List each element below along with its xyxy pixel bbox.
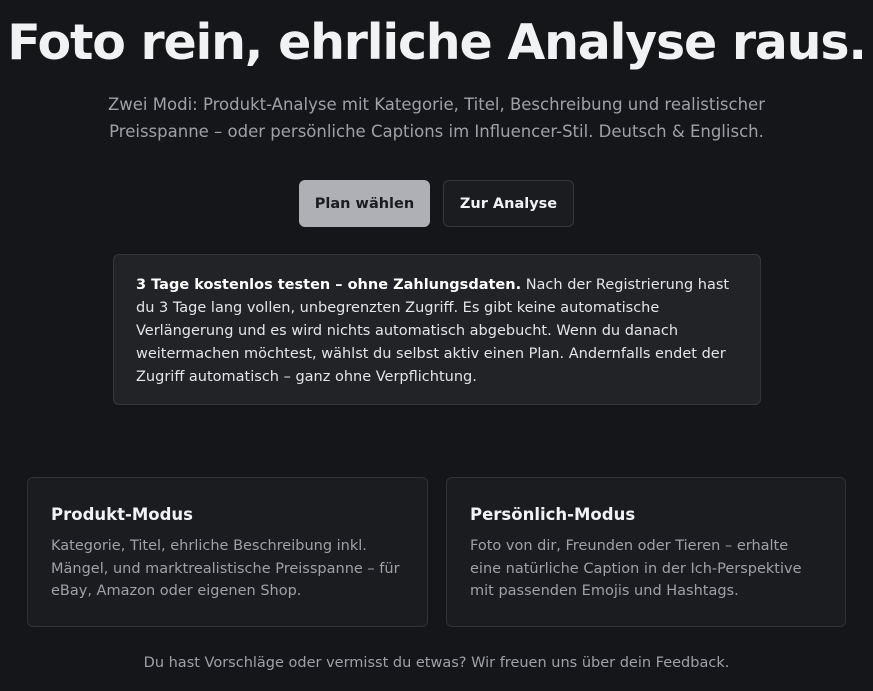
hero-actions: Plan wählen Zur Analyse — [0, 180, 873, 227]
mode-card-product: Produkt-Modus Kategorie, Titel, ehrliche… — [27, 477, 428, 627]
mode-card-title: Produkt-Modus — [51, 505, 193, 524]
trial-body: Nach der Registrierung hast du 3 Tage la… — [136, 277, 730, 385]
choose-plan-button[interactable]: Plan wählen — [299, 180, 430, 227]
go-to-analysis-button[interactable]: Zur Analyse — [443, 180, 574, 227]
hero-subtitle: Zwei Modi: Produkt-Analyse mit Kategorie… — [107, 95, 765, 141]
mode-card-description: Kategorie, Titel, ehrliche Beschreibung … — [51, 538, 400, 599]
mode-card-personal: Persönlich-Modus Foto von dir, Freunden … — [446, 477, 846, 627]
mode-card-title: Persönlich-Modus — [470, 505, 636, 524]
trial-headline: 3 Tage kostenlos testen – ohne Zahlungsd… — [136, 277, 522, 293]
trial-info-box: 3 Tage kostenlos testen – ohne Zahlungsd… — [113, 254, 761, 405]
hero-title: Foto rein, ehrliche Analyse raus. — [7, 14, 867, 71]
landing-page: Foto rein, ehrliche Analyse raus. Zwei M… — [0, 0, 873, 691]
mode-card-description: Foto von dir, Freunden oder Tieren – erh… — [470, 538, 802, 599]
feedback-text: Du hast Vorschläge oder vermisst du etwa… — [143, 655, 730, 671]
